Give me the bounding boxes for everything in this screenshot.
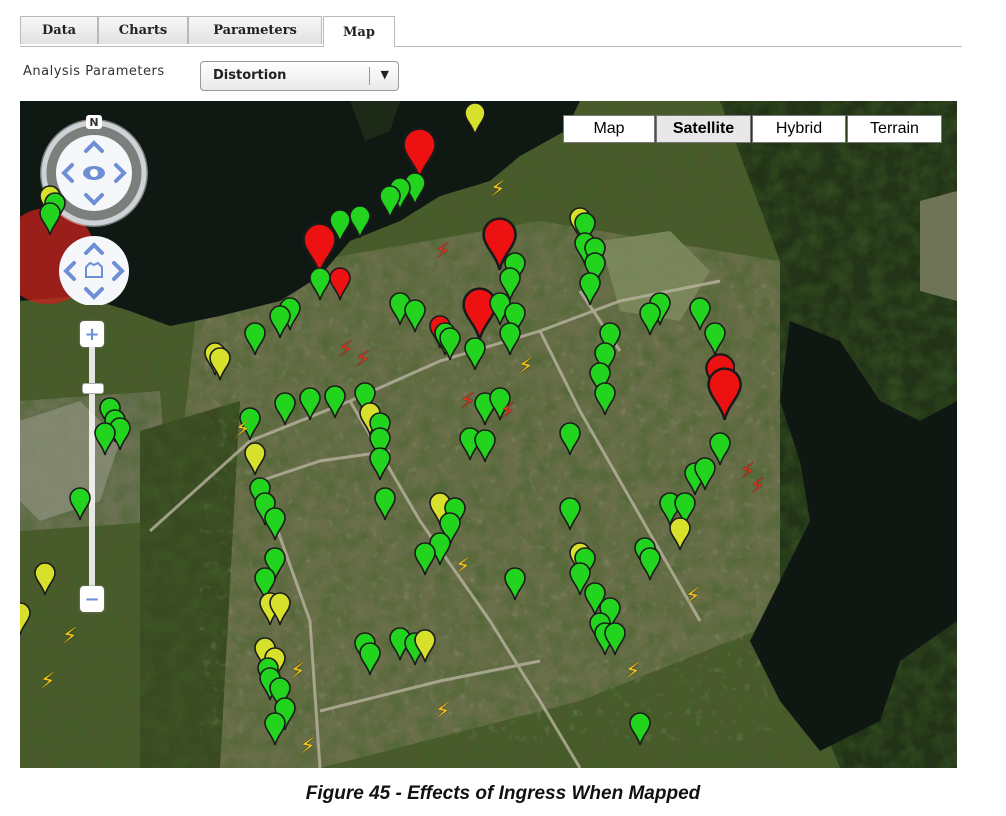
red-marker-icon[interactable] <box>707 366 743 421</box>
green-marker-icon[interactable] <box>559 497 581 531</box>
green-marker-icon[interactable] <box>379 185 401 219</box>
chevron-down-icon: ▼ <box>380 68 389 81</box>
green-marker-icon[interactable] <box>404 299 426 333</box>
green-marker-icon[interactable] <box>94 422 116 456</box>
lightning-bolt-icon[interactable]: ⚡ <box>685 586 700 608</box>
green-marker-icon[interactable] <box>299 387 321 421</box>
zoom-in-button[interactable]: + <box>80 321 104 347</box>
green-marker-icon[interactable] <box>39 202 61 236</box>
lightning-bolt-icon[interactable]: ⚡ <box>625 661 640 683</box>
green-marker-icon[interactable] <box>269 305 291 339</box>
lightning-bolt-icon[interactable]: ⚡ <box>290 661 305 683</box>
lightning-bolt-icon[interactable]: ⚡ <box>435 701 450 723</box>
green-marker-icon[interactable] <box>499 322 521 356</box>
green-marker-icon[interactable] <box>474 429 496 463</box>
green-marker-icon[interactable] <box>629 712 651 746</box>
green-marker-icon[interactable] <box>579 272 601 306</box>
lightning-bolt-icon[interactable]: ⚡ <box>355 349 370 371</box>
green-marker-icon[interactable] <box>264 507 286 541</box>
yellow-marker-icon[interactable] <box>269 592 291 626</box>
lightning-bolt-icon[interactable]: ⚡ <box>338 339 353 361</box>
green-marker-icon[interactable] <box>559 422 581 456</box>
lightning-bolt-icon[interactable]: ⚡ <box>40 671 55 693</box>
green-marker-icon[interactable] <box>244 322 266 356</box>
map-type-map-button[interactable]: Map <box>563 115 655 143</box>
yellow-marker-icon[interactable] <box>464 102 486 136</box>
analysis-parameters-label: Analysis Parameters <box>23 64 165 79</box>
green-marker-icon[interactable] <box>464 337 486 371</box>
green-marker-icon[interactable] <box>604 622 626 656</box>
lightning-bolt-icon[interactable]: ⚡ <box>300 736 315 758</box>
yellow-marker-icon[interactable] <box>669 517 691 551</box>
map-type-terrain-button[interactable]: Terrain <box>847 115 942 143</box>
tab-data[interactable]: Data <box>20 16 98 44</box>
green-marker-icon[interactable] <box>264 712 286 746</box>
lightning-bolt-icon[interactable]: ⚡ <box>490 179 505 201</box>
green-marker-icon[interactable] <box>374 487 396 521</box>
yellow-marker-icon[interactable] <box>244 442 266 476</box>
lightning-bolt-icon[interactable]: ⚡ <box>62 626 77 648</box>
green-marker-icon[interactable] <box>369 447 391 481</box>
analysis-parameter-select[interactable]: Distortion ▼ <box>200 61 399 91</box>
green-marker-icon[interactable] <box>324 385 346 419</box>
yellow-marker-icon[interactable] <box>20 602 31 636</box>
lightning-bolt-icon[interactable]: ⚡ <box>750 476 765 498</box>
green-marker-icon[interactable] <box>594 382 616 416</box>
lightning-bolt-icon[interactable]: ⚡ <box>435 241 450 263</box>
yellow-marker-icon[interactable] <box>34 562 56 596</box>
green-marker-icon[interactable] <box>414 542 436 576</box>
lightning-bolt-icon[interactable]: ⚡ <box>518 356 533 378</box>
map-type-hybrid-button[interactable]: Hybrid <box>752 115 846 143</box>
green-marker-icon[interactable] <box>439 327 461 361</box>
lightning-bolt-icon[interactable]: ⚡ <box>455 556 470 578</box>
green-marker-icon[interactable] <box>274 392 296 426</box>
zoom-slider[interactable]: + − <box>80 321 104 612</box>
yellow-marker-icon[interactable] <box>414 629 436 663</box>
satellite-map[interactable]: Map Satellite Hybrid Terrain N + − ⚡ ⚡ ⚡ ⚡ ⚡… <box>20 101 957 768</box>
map-type-satellite-button[interactable]: Satellite <box>656 115 751 143</box>
green-marker-icon[interactable] <box>349 205 371 239</box>
tab-parameters[interactable]: Parameters <box>188 16 322 44</box>
tab-bar: Data Charts Parameters Map <box>20 16 962 47</box>
lightning-bolt-icon[interactable]: ⚡ <box>500 401 515 423</box>
green-marker-icon[interactable] <box>639 302 661 336</box>
tab-charts[interactable]: Charts <box>98 16 188 44</box>
green-marker-icon[interactable] <box>639 547 661 581</box>
select-divider <box>369 67 370 85</box>
lightning-bolt-icon[interactable]: ⚡ <box>235 419 250 441</box>
selected-parameter: Distortion <box>213 68 287 83</box>
zoom-out-button[interactable]: − <box>80 586 104 612</box>
lightning-bolt-icon[interactable]: ⚡ <box>460 391 475 413</box>
compass-north-label: N <box>89 116 98 129</box>
green-marker-icon[interactable] <box>704 322 726 356</box>
green-marker-icon[interactable] <box>694 457 716 491</box>
green-marker-icon[interactable] <box>504 567 526 601</box>
green-marker-icon[interactable] <box>359 642 381 676</box>
figure-caption: Figure 45 - Effects of Ingress When Mapp… <box>305 783 701 804</box>
red-marker-icon[interactable] <box>329 267 351 301</box>
green-marker-icon[interactable] <box>69 487 91 521</box>
zoom-handle[interactable] <box>82 383 104 394</box>
tab-map[interactable]: Map <box>323 16 395 47</box>
yellow-marker-icon[interactable] <box>209 347 231 381</box>
green-marker-icon[interactable] <box>309 267 331 301</box>
